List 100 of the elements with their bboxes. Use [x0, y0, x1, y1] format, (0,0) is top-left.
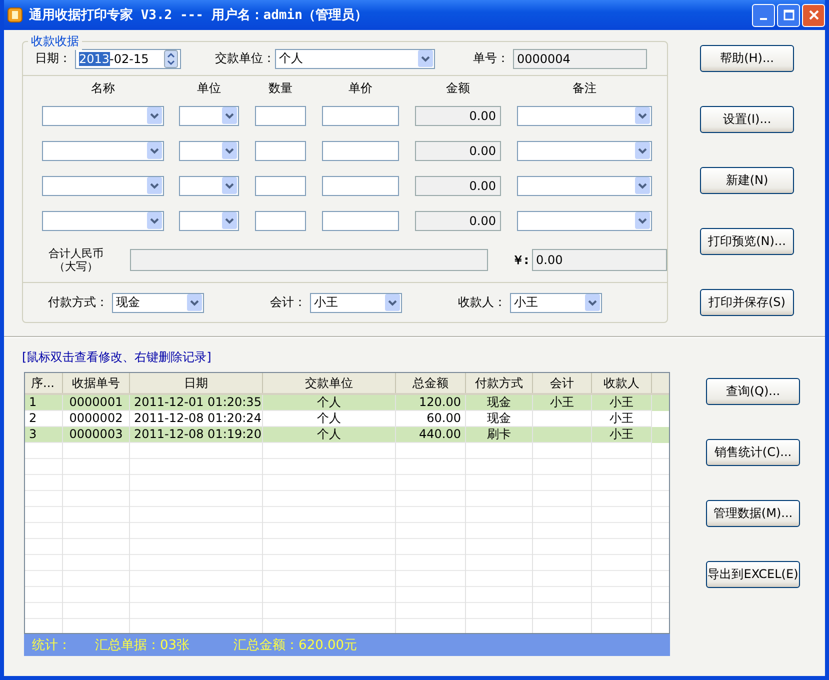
amount-field: 0.00 — [415, 210, 501, 231]
amount-field: 0.00 — [415, 140, 501, 161]
accountant-dropdown[interactable]: 小王 — [310, 292, 402, 313]
price-field[interactable] — [322, 210, 399, 231]
app-icon — [7, 7, 23, 23]
cashier-dropdown[interactable]: 小王 — [510, 292, 602, 313]
record-count: 汇总单据：03张 — [95, 637, 190, 654]
price-field[interactable] — [322, 106, 399, 126]
table-cell: 个人 — [317, 427, 341, 441]
quantity-field[interactable] — [255, 106, 306, 126]
column-header[interactable]: 序... — [25, 373, 63, 393]
column-header[interactable]: 会计 — [533, 373, 592, 393]
table-cell: 3 — [29, 427, 37, 441]
amount-field: 0.00 — [415, 106, 501, 126]
action-button[interactable]: 查询(Q)... — [706, 378, 800, 405]
quantity-field[interactable] — [255, 176, 306, 196]
table-cell: 0000003 — [69, 427, 123, 441]
table-cell: 2011-12-08 01:20:24 — [134, 411, 262, 425]
quantity-field[interactable] — [255, 140, 306, 161]
table-cell: 小王 — [550, 395, 574, 409]
table-cell: 个人 — [317, 395, 341, 409]
table-cell: 小王 — [610, 395, 634, 409]
table-cell: 440.00 — [419, 427, 461, 441]
action-button[interactable]: 导出到EXCEL(E) — [706, 561, 800, 588]
action-button[interactable]: 销售统计(C)... — [706, 439, 800, 466]
table-cell: 60.00 — [426, 411, 461, 425]
payment-label: 付款方式： — [48, 294, 108, 312]
table-cell: 小王 — [610, 411, 634, 425]
remark-dropdown[interactable] — [517, 210, 652, 231]
column-heading: 金额 — [445, 80, 471, 98]
unit-dropdown[interactable] — [179, 140, 239, 161]
group-legend: 收款收据 — [28, 33, 82, 50]
date-field[interactable]: 2013-02-15 — [75, 48, 181, 69]
maximize-icon — [782, 9, 794, 21]
table-cell: 小王 — [610, 427, 634, 441]
table-cell: 2011-12-08 01:19:20 — [134, 427, 262, 441]
minimize-button[interactable] — [752, 4, 775, 26]
table-cell: 1 — [29, 395, 37, 409]
table-cell: 120.00 — [419, 395, 461, 409]
total-sum: 汇总金额：620.00元 — [234, 637, 358, 654]
close-button[interactable] — [802, 4, 825, 26]
remark-dropdown[interactable] — [517, 140, 652, 161]
status-label: 统计： — [32, 637, 71, 654]
price-field[interactable] — [322, 140, 399, 161]
table-cell: 个人 — [317, 411, 341, 425]
window-title: 通用收据打印专家 V3.2 --- 用户名：admin（管理员） — [29, 6, 368, 24]
payment-dropdown[interactable]: 现金 — [112, 292, 204, 313]
name-dropdown[interactable] — [42, 140, 164, 161]
total-sublabel: （大写） — [54, 260, 98, 274]
close-icon — [808, 9, 820, 21]
table-row[interactable]: 3 0000003 2011-12-08 01:19:20 个人 440.00 刷卡 小王 — [25, 427, 669, 443]
column-header[interactable]: 交款单位 — [263, 373, 396, 393]
hint-text: [鼠标双击查看修改、右键删除记录] — [22, 350, 212, 366]
column-heading: 数量 — [268, 80, 294, 98]
name-dropdown[interactable] — [42, 176, 164, 196]
table-cell: 0000002 — [69, 411, 123, 425]
table-cell: 2011-12-01 01:20:35 — [134, 395, 262, 409]
maximize-button[interactable] — [777, 4, 800, 26]
table-cell: 刷卡 — [487, 427, 511, 441]
table-cell: 现金 — [487, 411, 511, 425]
amount-field: 0.00 — [415, 176, 501, 196]
column-header[interactable]: 收据单号 — [63, 373, 130, 393]
payer-dropdown[interactable]: 个人 — [275, 48, 435, 69]
date-label: 日期： — [35, 50, 71, 68]
action-button[interactable]: 打印并保存(S) — [700, 289, 794, 316]
column-heading: 单价 — [348, 80, 374, 98]
spinner-icon[interactable] — [164, 50, 178, 68]
remark-dropdown[interactable] — [517, 176, 652, 196]
action-button[interactable]: 管理数据(M)... — [706, 500, 800, 527]
table-cell: 2 — [29, 411, 37, 425]
number-field: 0000004 — [513, 48, 647, 69]
unit-dropdown[interactable] — [179, 106, 239, 126]
quantity-field[interactable] — [255, 210, 306, 231]
total-amount-field: 0.00 — [532, 249, 667, 272]
table-cell: 现金 — [487, 395, 511, 409]
table-row[interactable]: 1 0000001 2011-12-01 01:20:35 个人 120.00 现金 小王 小王 — [25, 395, 669, 411]
column-header[interactable]: 收款人 — [592, 373, 652, 393]
column-header[interactable]: 日期 — [130, 373, 263, 393]
cashier-label: 收款人： — [458, 294, 506, 312]
accountant-label: 会计： — [270, 294, 306, 312]
unit-dropdown[interactable] — [179, 210, 239, 231]
minimize-icon — [760, 18, 767, 20]
number-label: 单号： — [473, 50, 509, 68]
unit-dropdown[interactable] — [179, 176, 239, 196]
payer-label: 交款单位： — [215, 50, 275, 68]
price-field[interactable] — [322, 176, 399, 196]
table-cell: 0000001 — [69, 395, 123, 409]
remark-dropdown[interactable] — [517, 106, 652, 126]
column-header[interactable]: 付款方式 — [466, 373, 533, 393]
name-dropdown[interactable] — [42, 106, 164, 126]
action-button[interactable]: 打印预览(N)... — [700, 228, 794, 255]
name-dropdown[interactable] — [42, 210, 164, 231]
column-header[interactable]: 总金额 — [396, 373, 466, 393]
total-label: 合计人民币 — [48, 247, 104, 260]
column-heading: 名称 — [90, 80, 116, 98]
action-button[interactable]: 新建(N) — [700, 167, 794, 194]
action-button[interactable]: 帮助(H)... — [700, 45, 794, 72]
column-heading: 单位 — [196, 80, 222, 98]
currency-label: ￥: — [512, 252, 530, 269]
action-button[interactable]: 设置(I)... — [700, 106, 794, 133]
